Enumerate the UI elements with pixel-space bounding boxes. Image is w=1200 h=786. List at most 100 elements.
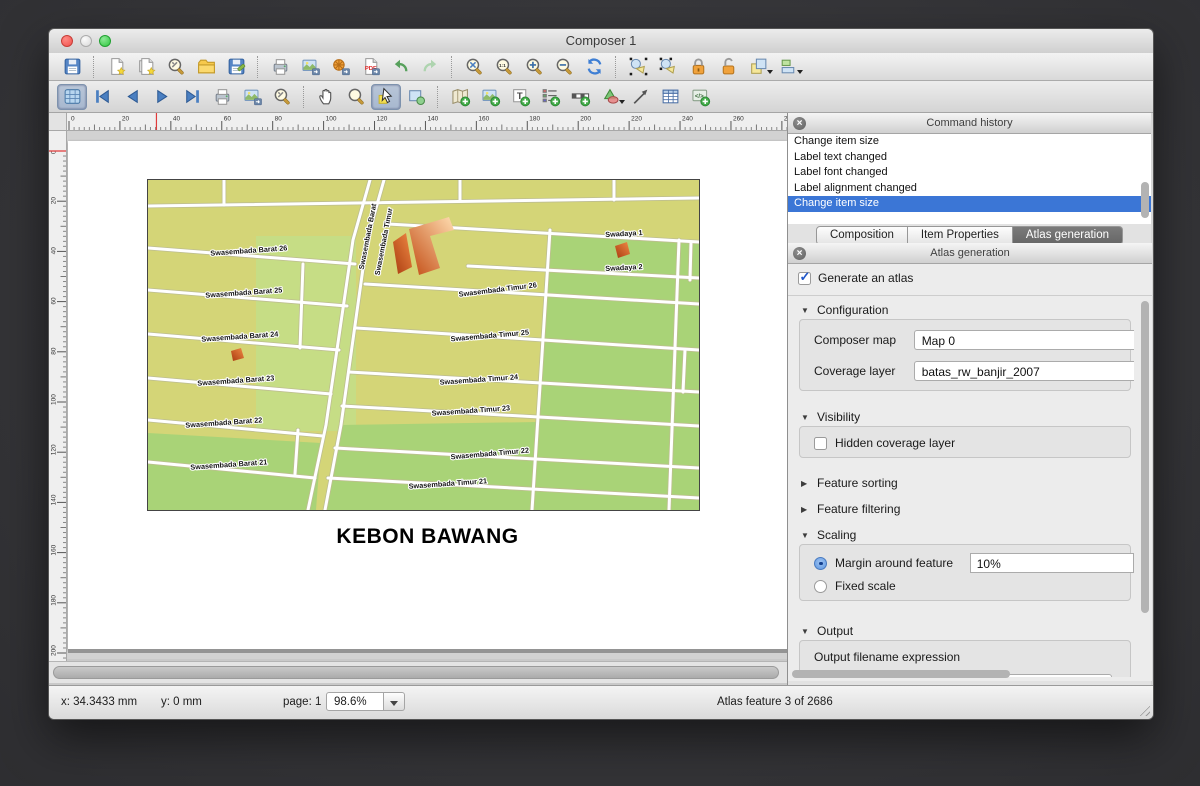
- svg-text:200: 200: [51, 645, 58, 656]
- zoom-in-icon: [524, 56, 545, 77]
- print-button[interactable]: [265, 54, 295, 80]
- map-item[interactable]: Swasembada Barat 26Swasembada Barat 25Sw…: [147, 179, 700, 511]
- print-atlas-button[interactable]: [207, 84, 237, 110]
- composer-map-select[interactable]: Map 0: [914, 330, 1134, 350]
- add-label-button[interactable]: T: [505, 84, 535, 110]
- save-project-button[interactable]: [57, 54, 87, 80]
- hidden-coverage-layer-checkbox[interactable]: [814, 437, 827, 450]
- zoom-in-button[interactable]: [519, 54, 549, 80]
- titlebar[interactable]: Composer 1: [49, 29, 1153, 54]
- triangle-right-icon[interactable]: ▶: [801, 479, 810, 488]
- atlas-vertical-scrollbar-thumb[interactable]: [1141, 301, 1149, 613]
- add-html-frame-button[interactable]: </>: [685, 84, 715, 110]
- add-image-icon: [480, 86, 501, 107]
- section-output[interactable]: ▼ Output: [801, 624, 853, 638]
- svg-text:20: 20: [122, 116, 130, 123]
- margin-around-feature-radio[interactable]: [814, 557, 827, 570]
- resize-grip-icon[interactable]: [1137, 703, 1150, 716]
- section-visibility[interactable]: ▼ Visibility: [801, 410, 860, 424]
- select-move-item-icon: [376, 86, 397, 107]
- section-configuration[interactable]: ▼ Configuration: [801, 303, 888, 317]
- zoom-level-combo[interactable]: 98.6%: [326, 692, 405, 711]
- section-scaling[interactable]: ▼ Scaling: [801, 528, 856, 542]
- add-scalebar-button[interactable]: [565, 84, 595, 110]
- unlock-items-button[interactable]: [713, 54, 743, 80]
- atlas-settings-button[interactable]: [267, 84, 297, 110]
- add-attribute-table-button[interactable]: [655, 84, 685, 110]
- history-scrollbar-thumb[interactable]: [1141, 182, 1149, 218]
- triangle-down-icon[interactable]: ▼: [801, 531, 810, 540]
- desktop-background: Composer 1 PDF1:1 T</> 02040608010012014…: [0, 0, 1200, 786]
- zoom-tool-button[interactable]: [341, 84, 371, 110]
- add-label-icon: T: [510, 86, 531, 107]
- export-as-pdf-button[interactable]: PDF: [355, 54, 385, 80]
- raise-items-button[interactable]: [743, 54, 773, 80]
- zoom-full-button[interactable]: [459, 54, 489, 80]
- export-atlas-as-image-button[interactable]: [237, 84, 267, 110]
- triangle-down-icon[interactable]: ▼: [801, 627, 810, 636]
- zoom-dropdown-button[interactable]: [384, 692, 405, 711]
- triangle-down-icon[interactable]: ▼: [801, 413, 810, 422]
- first-feature-button[interactable]: [87, 84, 117, 110]
- history-item[interactable]: Label alignment changed: [788, 181, 1151, 197]
- svg-text:80: 80: [51, 347, 58, 355]
- history-item[interactable]: Label font changed: [788, 165, 1151, 181]
- group-items-button[interactable]: [623, 54, 653, 80]
- add-image-button[interactable]: [475, 84, 505, 110]
- align-items-button[interactable]: [773, 54, 803, 80]
- next-feature-button[interactable]: [147, 84, 177, 110]
- zoom-actual-button[interactable]: 1:1: [489, 54, 519, 80]
- svg-text:160: 160: [51, 544, 58, 555]
- history-item[interactable]: Change item size: [788, 134, 1151, 150]
- triangle-right-icon[interactable]: ▶: [801, 505, 810, 514]
- load-template-button[interactable]: [191, 54, 221, 80]
- composition-page[interactable]: Swasembada Barat 26Swasembada Barat 25Sw…: [68, 141, 787, 649]
- ungroup-items-button[interactable]: [653, 54, 683, 80]
- previous-feature-button[interactable]: [117, 84, 147, 110]
- add-new-map-button[interactable]: [445, 84, 475, 110]
- close-icon[interactable]: ×: [793, 117, 806, 130]
- save-as-template-button[interactable]: [221, 54, 251, 80]
- svg-text:180: 180: [529, 116, 540, 123]
- add-legend-button[interactable]: [535, 84, 565, 110]
- margin-value-input[interactable]: 10%: [970, 553, 1134, 573]
- atlas-horizontal-scrollbar-thumb[interactable]: [792, 670, 1010, 678]
- add-shape-button[interactable]: [595, 84, 625, 110]
- canvas-horizontal-scrollbar[interactable]: [49, 661, 787, 683]
- scaling-group: Margin around feature 10% Fixed scale: [799, 544, 1131, 601]
- scrollbar-thumb[interactable]: [53, 666, 779, 679]
- history-item[interactable]: Change item size: [788, 196, 1151, 212]
- zoom-out-button[interactable]: [549, 54, 579, 80]
- composition-canvas[interactable]: Swasembada Barat 26Swasembada Barat 25Sw…: [67, 131, 787, 659]
- refresh-view-button[interactable]: [579, 54, 609, 80]
- select-move-item-button[interactable]: [371, 84, 401, 110]
- add-arrow-button[interactable]: [625, 84, 655, 110]
- redo-icon: [420, 56, 441, 77]
- preview-atlas-button[interactable]: [57, 84, 87, 110]
- section-feature-sorting[interactable]: ▶ Feature sorting: [801, 476, 898, 490]
- right-panel: × Command history Change item sizeLabel …: [787, 113, 1151, 685]
- svg-text:140: 140: [51, 494, 58, 505]
- pan-button[interactable]: [311, 84, 341, 110]
- export-as-image-button[interactable]: [295, 54, 325, 80]
- move-item-content-button[interactable]: [401, 84, 431, 110]
- fixed-scale-radio[interactable]: [814, 580, 827, 593]
- undo-button[interactable]: [385, 54, 415, 80]
- coverage-layer-select[interactable]: batas_rw_banjir_2007: [914, 361, 1134, 381]
- composer-manager-button[interactable]: [161, 54, 191, 80]
- last-feature-button[interactable]: [177, 84, 207, 110]
- new-composer-button[interactable]: [101, 54, 131, 80]
- svg-text:260: 260: [733, 116, 744, 123]
- redo-button[interactable]: [415, 54, 445, 80]
- generate-atlas-checkbox[interactable]: [798, 272, 811, 285]
- map-title-label[interactable]: KEBON BAWANG: [68, 525, 787, 549]
- section-feature-filtering[interactable]: ▶ Feature filtering: [801, 502, 900, 516]
- add-new-map-icon: [450, 86, 471, 107]
- history-item[interactable]: Label text changed: [788, 150, 1151, 166]
- duplicate-composer-button[interactable]: [131, 54, 161, 80]
- close-icon[interactable]: ×: [793, 247, 806, 260]
- zoom-level-value[interactable]: 98.6%: [326, 692, 384, 711]
- export-as-svg-button[interactable]: [325, 54, 355, 80]
- triangle-down-icon[interactable]: ▼: [801, 306, 810, 315]
- lock-items-button[interactable]: [683, 54, 713, 80]
